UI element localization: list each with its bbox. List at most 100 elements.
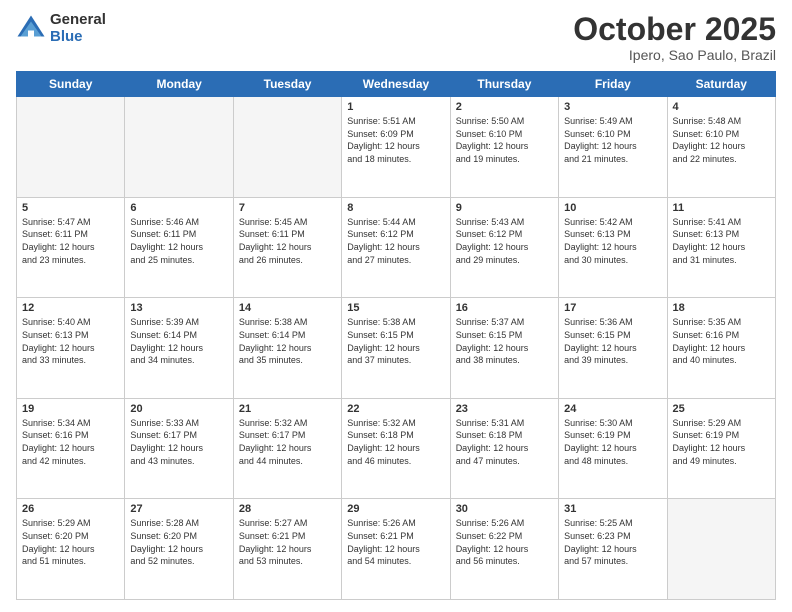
day-number: 24 [564, 403, 661, 415]
table-row: 24 Sunrise: 5:30 AM Sunset: 6:19 PM Dayli… [559, 398, 667, 499]
day-info: Sunrise: 5:50 AM Sunset: 6:10 PM Dayligh… [456, 115, 553, 165]
header: General Blue October 2025 Ipero, Sao Pau… [16, 12, 776, 63]
table-row: 27 Sunrise: 5:28 AM Sunset: 6:20 PM Dayli… [125, 499, 233, 600]
day-number: 3 [564, 101, 661, 113]
table-row: 16 Sunrise: 5:37 AM Sunset: 6:15 PM Dayli… [450, 298, 558, 399]
table-row: 4 Sunrise: 5:48 AM Sunset: 6:10 PM Daylig… [667, 97, 775, 198]
table-row: 30 Sunrise: 5:26 AM Sunset: 6:22 PM Dayli… [450, 499, 558, 600]
table-row: 15 Sunrise: 5:38 AM Sunset: 6:15 PM Dayli… [342, 298, 450, 399]
day-info: Sunrise: 5:27 AM Sunset: 6:21 PM Dayligh… [239, 517, 336, 567]
table-row: 25Sunrise: 5:29 AM Sunset: 6:19 PM Dayli… [667, 398, 775, 499]
table-row: 28 Sunrise: 5:27 AM Sunset: 6:21 PM Dayli… [233, 499, 341, 600]
day-info: Sunrise: 5:31 AM Sunset: 6:18 PM Dayligh… [456, 417, 553, 467]
day-info: Sunrise: 5:34 AM Sunset: 6:16 PM Dayligh… [22, 417, 119, 467]
day-number: 15 [347, 302, 444, 314]
day-info: Sunrise: 5:38 AM Sunset: 6:15 PM Dayligh… [347, 316, 444, 366]
day-info: Sunrise: 5:26 AM Sunset: 6:22 PM Dayligh… [456, 517, 553, 567]
day-info: Sunrise: 5:46 AM Sunset: 6:11 PM Dayligh… [130, 216, 227, 266]
table-row: 14 Sunrise: 5:38 AM Sunset: 6:14 PM Dayli… [233, 298, 341, 399]
day-number: 22 [347, 403, 444, 415]
table-row: 29 Sunrise: 5:26 AM Sunset: 6:21 PM Dayli… [342, 499, 450, 600]
table-row [125, 97, 233, 198]
title-month: October 2025 [573, 12, 776, 47]
week-row-0: 1Sunrise: 5:51 AM Sunset: 6:09 PM Daylig… [17, 97, 776, 198]
day-info: Sunrise: 5:32 AM Sunset: 6:17 PM Dayligh… [239, 417, 336, 467]
table-row: 7Sunrise: 5:45 AM Sunset: 6:11 PM Daylig… [233, 197, 341, 298]
day-number: 25 [673, 403, 770, 415]
day-info: Sunrise: 5:48 AM Sunset: 6:10 PM Dayligh… [673, 115, 770, 165]
title-area: October 2025 Ipero, Sao Paulo, Brazil [573, 12, 776, 63]
day-number: 10 [564, 202, 661, 214]
day-info: Sunrise: 5:45 AM Sunset: 6:11 PM Dayligh… [239, 216, 336, 266]
day-info: Sunrise: 5:40 AM Sunset: 6:13 PM Dayligh… [22, 316, 119, 366]
day-info: Sunrise: 5:32 AM Sunset: 6:18 PM Dayligh… [347, 417, 444, 467]
day-number: 5 [22, 202, 119, 214]
table-row: 26 Sunrise: 5:29 AM Sunset: 6:20 PM Dayli… [17, 499, 125, 600]
table-row: 11 Sunrise: 5:41 AM Sunset: 6:13 PM Dayli… [667, 197, 775, 298]
page: General Blue October 2025 Ipero, Sao Pau… [0, 0, 792, 612]
day-info: Sunrise: 5:30 AM Sunset: 6:19 PM Dayligh… [564, 417, 661, 467]
day-number: 8 [347, 202, 444, 214]
week-row-4: 26 Sunrise: 5:29 AM Sunset: 6:20 PM Dayli… [17, 499, 776, 600]
week-row-3: 19 Sunrise: 5:34 AM Sunset: 6:16 PM Dayli… [17, 398, 776, 499]
header-thursday: Thursday [450, 72, 558, 97]
day-info: Sunrise: 5:37 AM Sunset: 6:15 PM Dayligh… [456, 316, 553, 366]
day-number: 29 [347, 503, 444, 515]
day-number: 4 [673, 101, 770, 113]
day-number: 26 [22, 503, 119, 515]
header-monday: Monday [125, 72, 233, 97]
table-row: 2Sunrise: 5:50 AM Sunset: 6:10 PM Daylig… [450, 97, 558, 198]
table-row: 17Sunrise: 5:36 AM Sunset: 6:15 PM Dayli… [559, 298, 667, 399]
header-saturday: Saturday [667, 72, 775, 97]
logo-icon [16, 14, 46, 44]
table-row: 8 Sunrise: 5:44 AM Sunset: 6:12 PM Daylig… [342, 197, 450, 298]
table-row: 19 Sunrise: 5:34 AM Sunset: 6:16 PM Dayli… [17, 398, 125, 499]
day-number: 19 [22, 403, 119, 415]
day-info: Sunrise: 5:26 AM Sunset: 6:21 PM Dayligh… [347, 517, 444, 567]
day-info: Sunrise: 5:35 AM Sunset: 6:16 PM Dayligh… [673, 316, 770, 366]
table-row: 20Sunrise: 5:33 AM Sunset: 6:17 PM Dayli… [125, 398, 233, 499]
day-number: 11 [673, 202, 770, 214]
day-info: Sunrise: 5:28 AM Sunset: 6:20 PM Dayligh… [130, 517, 227, 567]
table-row: 9Sunrise: 5:43 AM Sunset: 6:12 PM Daylig… [450, 197, 558, 298]
logo-text: General Blue [50, 12, 106, 45]
header-sunday: Sunday [17, 72, 125, 97]
table-row: 21Sunrise: 5:32 AM Sunset: 6:17 PM Dayli… [233, 398, 341, 499]
day-number: 6 [130, 202, 227, 214]
day-info: Sunrise: 5:29 AM Sunset: 6:20 PM Dayligh… [22, 517, 119, 567]
table-row: 3 Sunrise: 5:49 AM Sunset: 6:10 PM Daylig… [559, 97, 667, 198]
day-info: Sunrise: 5:43 AM Sunset: 6:12 PM Dayligh… [456, 216, 553, 266]
table-row: 5 Sunrise: 5:47 AM Sunset: 6:11 PM Daylig… [17, 197, 125, 298]
table-row [233, 97, 341, 198]
day-info: Sunrise: 5:47 AM Sunset: 6:11 PM Dayligh… [22, 216, 119, 266]
table-row: 18Sunrise: 5:35 AM Sunset: 6:16 PM Dayli… [667, 298, 775, 399]
day-number: 30 [456, 503, 553, 515]
week-row-2: 12Sunrise: 5:40 AM Sunset: 6:13 PM Dayli… [17, 298, 776, 399]
week-row-1: 5 Sunrise: 5:47 AM Sunset: 6:11 PM Daylig… [17, 197, 776, 298]
table-row: 10 Sunrise: 5:42 AM Sunset: 6:13 PM Dayli… [559, 197, 667, 298]
day-info: Sunrise: 5:44 AM Sunset: 6:12 PM Dayligh… [347, 216, 444, 266]
day-info: Sunrise: 5:49 AM Sunset: 6:10 PM Dayligh… [564, 115, 661, 165]
table-row: 13Sunrise: 5:39 AM Sunset: 6:14 PM Dayli… [125, 298, 233, 399]
day-number: 28 [239, 503, 336, 515]
header-tuesday: Tuesday [233, 72, 341, 97]
calendar-table: Sunday Monday Tuesday Wednesday Thursday… [16, 71, 776, 600]
day-info: Sunrise: 5:42 AM Sunset: 6:13 PM Dayligh… [564, 216, 661, 266]
day-number: 16 [456, 302, 553, 314]
day-info: Sunrise: 5:38 AM Sunset: 6:14 PM Dayligh… [239, 316, 336, 366]
day-info: Sunrise: 5:33 AM Sunset: 6:17 PM Dayligh… [130, 417, 227, 467]
day-info: Sunrise: 5:41 AM Sunset: 6:13 PM Dayligh… [673, 216, 770, 266]
title-location: Ipero, Sao Paulo, Brazil [573, 47, 776, 63]
day-info: Sunrise: 5:39 AM Sunset: 6:14 PM Dayligh… [130, 316, 227, 366]
day-info: Sunrise: 5:36 AM Sunset: 6:15 PM Dayligh… [564, 316, 661, 366]
day-number: 14 [239, 302, 336, 314]
day-number: 23 [456, 403, 553, 415]
table-row [17, 97, 125, 198]
table-row: 23 Sunrise: 5:31 AM Sunset: 6:18 PM Dayli… [450, 398, 558, 499]
table-row: 6 Sunrise: 5:46 AM Sunset: 6:11 PM Daylig… [125, 197, 233, 298]
day-number: 27 [130, 503, 227, 515]
day-number: 1 [347, 101, 444, 113]
day-info: Sunrise: 5:25 AM Sunset: 6:23 PM Dayligh… [564, 517, 661, 567]
table-row: 1Sunrise: 5:51 AM Sunset: 6:09 PM Daylig… [342, 97, 450, 198]
logo-blue-text: Blue [50, 29, 106, 46]
